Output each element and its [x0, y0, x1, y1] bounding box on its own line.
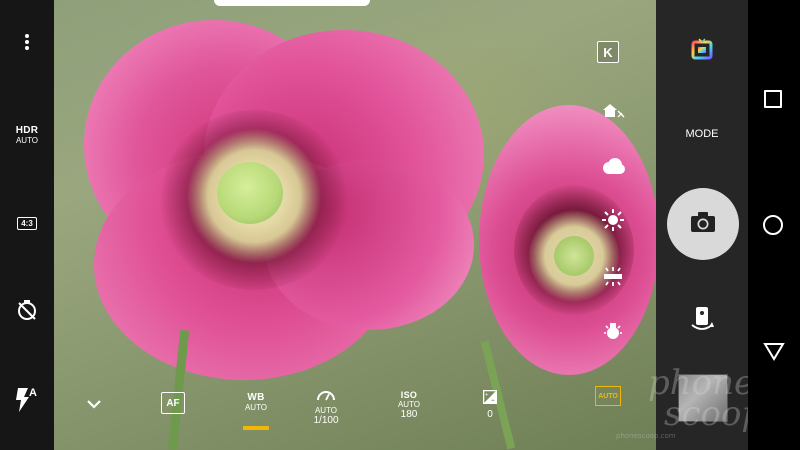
shutter-mode: AUTO [314, 406, 338, 415]
exposure-value: 0 [487, 409, 493, 420]
filters-button[interactable] [691, 38, 713, 60]
switch-camera-button[interactable] [689, 306, 715, 334]
left-settings-bar: HDR AUTO 4:3 A [0, 0, 54, 450]
recents-square-icon [764, 90, 782, 108]
wb-fluorescent-button[interactable] [600, 266, 626, 292]
timer-button[interactable] [0, 297, 54, 327]
wb-incandescent-button[interactable] [600, 320, 626, 346]
flash-auto-badge: A [29, 387, 37, 399]
color-filter-icon [691, 38, 713, 64]
wb-value: AUTO [244, 403, 268, 412]
back-triangle-icon [763, 343, 785, 365]
home-circle-icon [763, 215, 783, 235]
shutter-value: 1/100 [313, 415, 339, 426]
flower-pistil [217, 162, 283, 224]
mode-button[interactable]: MODE [672, 124, 732, 140]
aspect-ratio-badge: 4:3 [17, 216, 37, 230]
hdr-toggle[interactable]: HDR AUTO [0, 118, 54, 152]
home-button[interactable] [763, 215, 785, 237]
svg-text:+: + [485, 393, 489, 399]
flash-button[interactable]: A [0, 385, 54, 415]
wb-cloudy-button[interactable] [600, 155, 626, 181]
svg-text:−: − [491, 398, 495, 404]
flower-pistil [554, 236, 594, 276]
hdr-label: HDR [15, 125, 39, 136]
hdr-value: AUTO [15, 136, 39, 145]
aspect-ratio-button[interactable]: 4:3 [0, 210, 54, 236]
exposure-control[interactable]: + − 0 [478, 389, 502, 420]
af-button[interactable]: AF [161, 392, 185, 414]
mode-label: MODE [685, 128, 719, 140]
more-vert-icon [24, 33, 30, 56]
iso-label: ISO [400, 390, 418, 400]
camera-icon [690, 211, 716, 238]
wb-daylight-button[interactable] [600, 208, 626, 236]
switch-camera-icon [689, 307, 715, 338]
wb-auto-label: AUTO [598, 392, 618, 400]
back-button[interactable] [763, 341, 785, 361]
timer-off-icon [16, 299, 38, 326]
shutter-button[interactable] [667, 188, 739, 260]
flash-auto-icon: A [14, 387, 40, 413]
white-balance-control[interactable]: WB AUTO [236, 392, 276, 430]
wb-kelvin-button[interactable]: K [597, 41, 619, 63]
recents-button[interactable] [764, 90, 784, 110]
cloudy-icon [600, 157, 626, 180]
wb-label: WB [247, 392, 265, 403]
daylight-icon [602, 208, 624, 236]
more-options-button[interactable] [0, 30, 54, 58]
incandescent-icon [602, 320, 624, 347]
wb-auto-button[interactable]: AUTO [595, 386, 621, 406]
chevron-down-icon [86, 396, 102, 413]
kelvin-label: K [603, 44, 613, 60]
shade-icon [601, 101, 625, 124]
shutter-speed-icon [316, 388, 336, 406]
fluorescent-icon [602, 266, 624, 292]
android-nav-bar [748, 0, 800, 450]
collapse-controls-button[interactable] [86, 396, 106, 410]
shutter-speed-control[interactable]: AUTO 1/100 [306, 388, 346, 426]
wb-shade-button[interactable] [600, 99, 626, 125]
iso-control[interactable]: ISO AUTO 180 [389, 390, 429, 420]
viewfinder[interactable] [54, 0, 656, 450]
iso-value: 180 [400, 409, 418, 420]
wb-active-indicator [243, 426, 269, 430]
af-label: AF [166, 397, 180, 409]
top-indicator-pill [214, 0, 370, 6]
exposure-icon: + − [482, 389, 498, 409]
iso-mode: AUTO [397, 400, 421, 409]
